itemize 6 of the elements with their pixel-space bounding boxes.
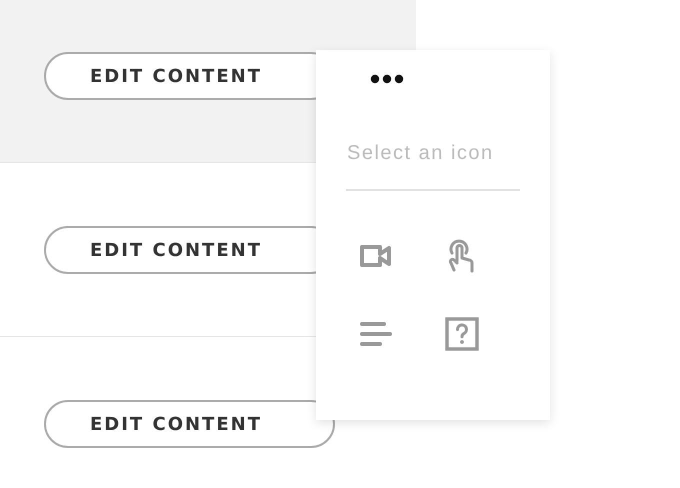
search-field[interactable]: Select an icon xyxy=(346,142,520,191)
edit-content-button[interactable]: EDIT CONTENT xyxy=(44,400,335,448)
more-icon[interactable] xyxy=(370,74,404,84)
video-camera-icon[interactable] xyxy=(359,242,393,270)
help-icon[interactable] xyxy=(445,317,479,351)
text-align-icon[interactable] xyxy=(359,320,393,348)
